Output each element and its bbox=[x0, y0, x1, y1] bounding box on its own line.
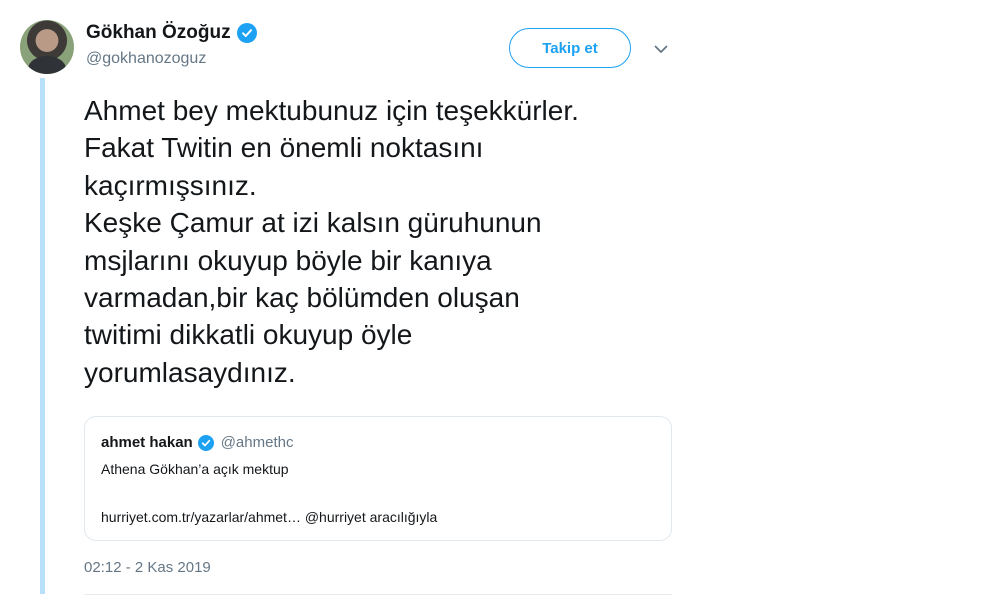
tweet-text: Ahmet bey mektubunuz için teşekkürler. F… bbox=[84, 95, 579, 388]
author-name-row: Gökhan Özoğuz bbox=[86, 22, 257, 44]
verified-badge-icon bbox=[236, 23, 257, 43]
quoted-tweet-card[interactable]: ahmet hakan @ahmethc Athena Gökhan’a açı… bbox=[84, 416, 672, 541]
verified-badge-icon bbox=[197, 434, 214, 451]
author-name[interactable]: Gökhan Özoğuz bbox=[86, 22, 231, 44]
chevron-down-icon[interactable] bbox=[652, 40, 670, 58]
thread-line bbox=[40, 78, 45, 594]
checkmark-icon bbox=[201, 439, 210, 446]
quoted-author-handle: @ahmethc bbox=[220, 434, 294, 451]
quoted-author-name: ahmet hakan bbox=[101, 434, 193, 451]
tweet-timestamp[interactable]: 02:12 - 2 Kas 2019 bbox=[84, 559, 211, 576]
quoted-tweet-header: ahmet hakan @ahmethc bbox=[101, 434, 293, 451]
author-block: Gökhan Özoğuz @gokhanozoguz bbox=[86, 22, 257, 68]
follow-button[interactable]: Takip et bbox=[509, 28, 631, 68]
divider bbox=[84, 594, 672, 595]
quoted-tweet-link[interactable]: hurriyet.com.tr/yazarlar/ahmet… @hurriye… bbox=[101, 509, 437, 525]
author-avatar[interactable] bbox=[20, 20, 74, 74]
avatar-shoulders bbox=[28, 56, 66, 74]
quoted-tweet-text: Athena Gökhan’a açık mektup bbox=[101, 461, 289, 477]
checkmark-icon bbox=[241, 29, 252, 37]
author-handle[interactable]: @gokhanozoguz bbox=[86, 50, 257, 68]
